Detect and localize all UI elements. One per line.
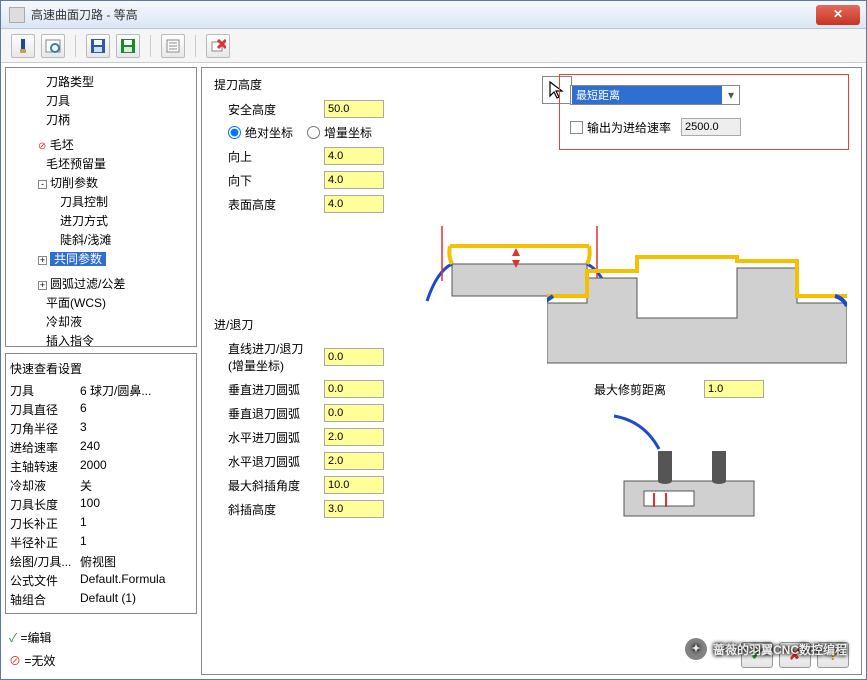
tree-item[interactable]: 毛坯预留量 [24, 154, 192, 173]
feed-box: 最短距离▾ 输出为进给速率 [559, 74, 849, 150]
separator [75, 35, 76, 57]
down-label: 向下 [214, 172, 324, 189]
abs-coord-label: 绝对坐标 [245, 124, 293, 141]
up-input[interactable] [324, 147, 384, 165]
quick-view-panel: 快速查看设置 刀具6 球刀/圆鼻...刀具直径6刀角半径3进给速率240主轴转速… [5, 353, 197, 614]
quickview-row: 进给速率240 [10, 438, 192, 457]
save-green-icon[interactable] [116, 34, 140, 58]
lin-label: 直线进刀/退刀 (增量坐标) [214, 340, 324, 374]
hout-input[interactable] [324, 452, 384, 470]
surf-input[interactable] [324, 195, 384, 213]
hin-input[interactable] [324, 428, 384, 446]
tree-item[interactable]: 平面(WCS) [24, 293, 192, 312]
lead-group-label: 进/退刀 [214, 316, 534, 333]
ramp-label: 斜插高度 [214, 501, 324, 518]
output-feed-checkbox[interactable] [570, 121, 583, 134]
tree-item[interactable]: 刀柄 [24, 110, 192, 129]
chevron-down-icon: ▾ [723, 88, 739, 102]
tree-item[interactable]: ⊘ 毛坯 [24, 135, 192, 154]
feed-rate-input[interactable] [681, 118, 741, 136]
maxtrim-input[interactable] [704, 380, 764, 398]
quickview-row: 冷却液关 [10, 476, 192, 495]
tool-icon[interactable] [11, 34, 35, 58]
tree-view[interactable]: 刀路类型刀具刀柄 ⊘ 毛坯毛坯预留量-切削参数刀具控制进刀方式陡斜/浅滩+共同参数… [5, 67, 197, 347]
legend-invalid: ⊘ =无效 [9, 649, 193, 672]
quickview-row: 刀角半径3 [10, 419, 192, 438]
tree-item[interactable]: 刀具 [24, 91, 192, 110]
tree-item[interactable]: 插入指令 [24, 331, 192, 347]
lin-input[interactable] [324, 348, 384, 366]
legend: ✓ =编辑 ⊘ =无效 [5, 620, 197, 678]
hout-label: 水平退刀圆弧 [214, 453, 324, 470]
vin-label: 垂直进刀圆弧 [214, 381, 324, 398]
help-button[interactable]: ? [817, 642, 849, 668]
vout-label: 垂直退刀圆弧 [214, 405, 324, 422]
tree-item[interactable]: 进刀方式 [24, 211, 192, 230]
preview-icon[interactable] [41, 34, 65, 58]
separator [150, 35, 151, 57]
vin-input[interactable] [324, 380, 384, 398]
surf-label: 表面高度 [214, 196, 324, 213]
dialog-footer: ✔ ✘ ? [741, 642, 849, 668]
quickview-row: 轴组合Default (1) [10, 590, 192, 609]
tree-item[interactable]: 刀具控制 [24, 192, 192, 211]
down-input[interactable] [324, 171, 384, 189]
trim-diagram [604, 411, 784, 521]
app-icon [9, 7, 25, 23]
quickview-row: 刀具长度100 [10, 495, 192, 514]
dialog-window: 高速曲面刀路 - 等高 ✕ 刀路类型刀具刀柄 ⊘ 毛坯毛坯预留量-切削参数刀具控制… [0, 0, 867, 680]
titlebar: 高速曲面刀路 - 等高 ✕ [1, 1, 866, 29]
close-button[interactable]: ✕ [816, 5, 860, 25]
maxang-label: 最大斜插角度 [214, 477, 324, 494]
tree-item[interactable]: -切削参数 [24, 173, 192, 192]
dialog-body: 刀路类型刀具刀柄 ⊘ 毛坯毛坯预留量-切削参数刀具控制进刀方式陡斜/浅滩+共同参数… [1, 63, 866, 679]
delete-icon[interactable] [206, 34, 230, 58]
right-panel: 最短距离▾ 输出为进给速率 提刀高度 安全高度 绝对坐标 [201, 67, 862, 675]
maxtrim-label: 最大修剪距离 [594, 381, 704, 398]
inc-coord-radio[interactable] [307, 126, 320, 139]
tree-item[interactable]: 冷却液 [24, 312, 192, 331]
quickview-row: 刀具直径6 [10, 400, 192, 419]
window-title: 高速曲面刀路 - 等高 [31, 6, 816, 23]
hin-label: 水平进刀圆弧 [214, 429, 324, 446]
legend-edit: ✓ =编辑 [9, 626, 193, 649]
quickview-row: 主轴转速2000 [10, 457, 192, 476]
safe-height-label: 安全高度 [214, 101, 324, 118]
distance-select[interactable]: 最短距离▾ [570, 85, 740, 105]
tree-item[interactable]: +圆弧过滤/公差 [24, 274, 192, 293]
inc-coord-label: 增量坐标 [324, 124, 372, 141]
list-icon[interactable] [161, 34, 185, 58]
vout-input[interactable] [324, 404, 384, 422]
quickview-row: 刀具6 球刀/圆鼻... [10, 381, 192, 400]
abs-coord-radio[interactable] [228, 126, 241, 139]
quickview-row: 半径补正1 [10, 533, 192, 552]
safe-height-input[interactable] [324, 100, 384, 118]
quickview-row: 绘图/刀具...俯视图 [10, 552, 192, 571]
profile-diagram [547, 248, 847, 368]
tree-item[interactable]: +共同参数 [24, 249, 192, 268]
maxang-input[interactable] [324, 476, 384, 494]
up-label: 向上 [214, 148, 324, 165]
ok-button[interactable]: ✔ [741, 642, 773, 668]
tree-item[interactable]: 刀路类型 [24, 72, 192, 91]
cancel-button[interactable]: ✘ [779, 642, 811, 668]
separator [195, 35, 196, 57]
toolbar [1, 29, 866, 63]
ramp-input[interactable] [324, 500, 384, 518]
output-feed-label: 输出为进给速率 [587, 119, 671, 136]
quick-view-title: 快速查看设置 [10, 358, 192, 381]
quickview-row: 刀长补正1 [10, 514, 192, 533]
quickview-row: 公式文件Default.Formula [10, 571, 192, 590]
tree-item[interactable]: 陡斜/浅滩 [24, 230, 192, 249]
save-icon[interactable] [86, 34, 110, 58]
left-column: 刀路类型刀具刀柄 ⊘ 毛坯毛坯预留量-切削参数刀具控制进刀方式陡斜/浅滩+共同参数… [1, 63, 201, 679]
